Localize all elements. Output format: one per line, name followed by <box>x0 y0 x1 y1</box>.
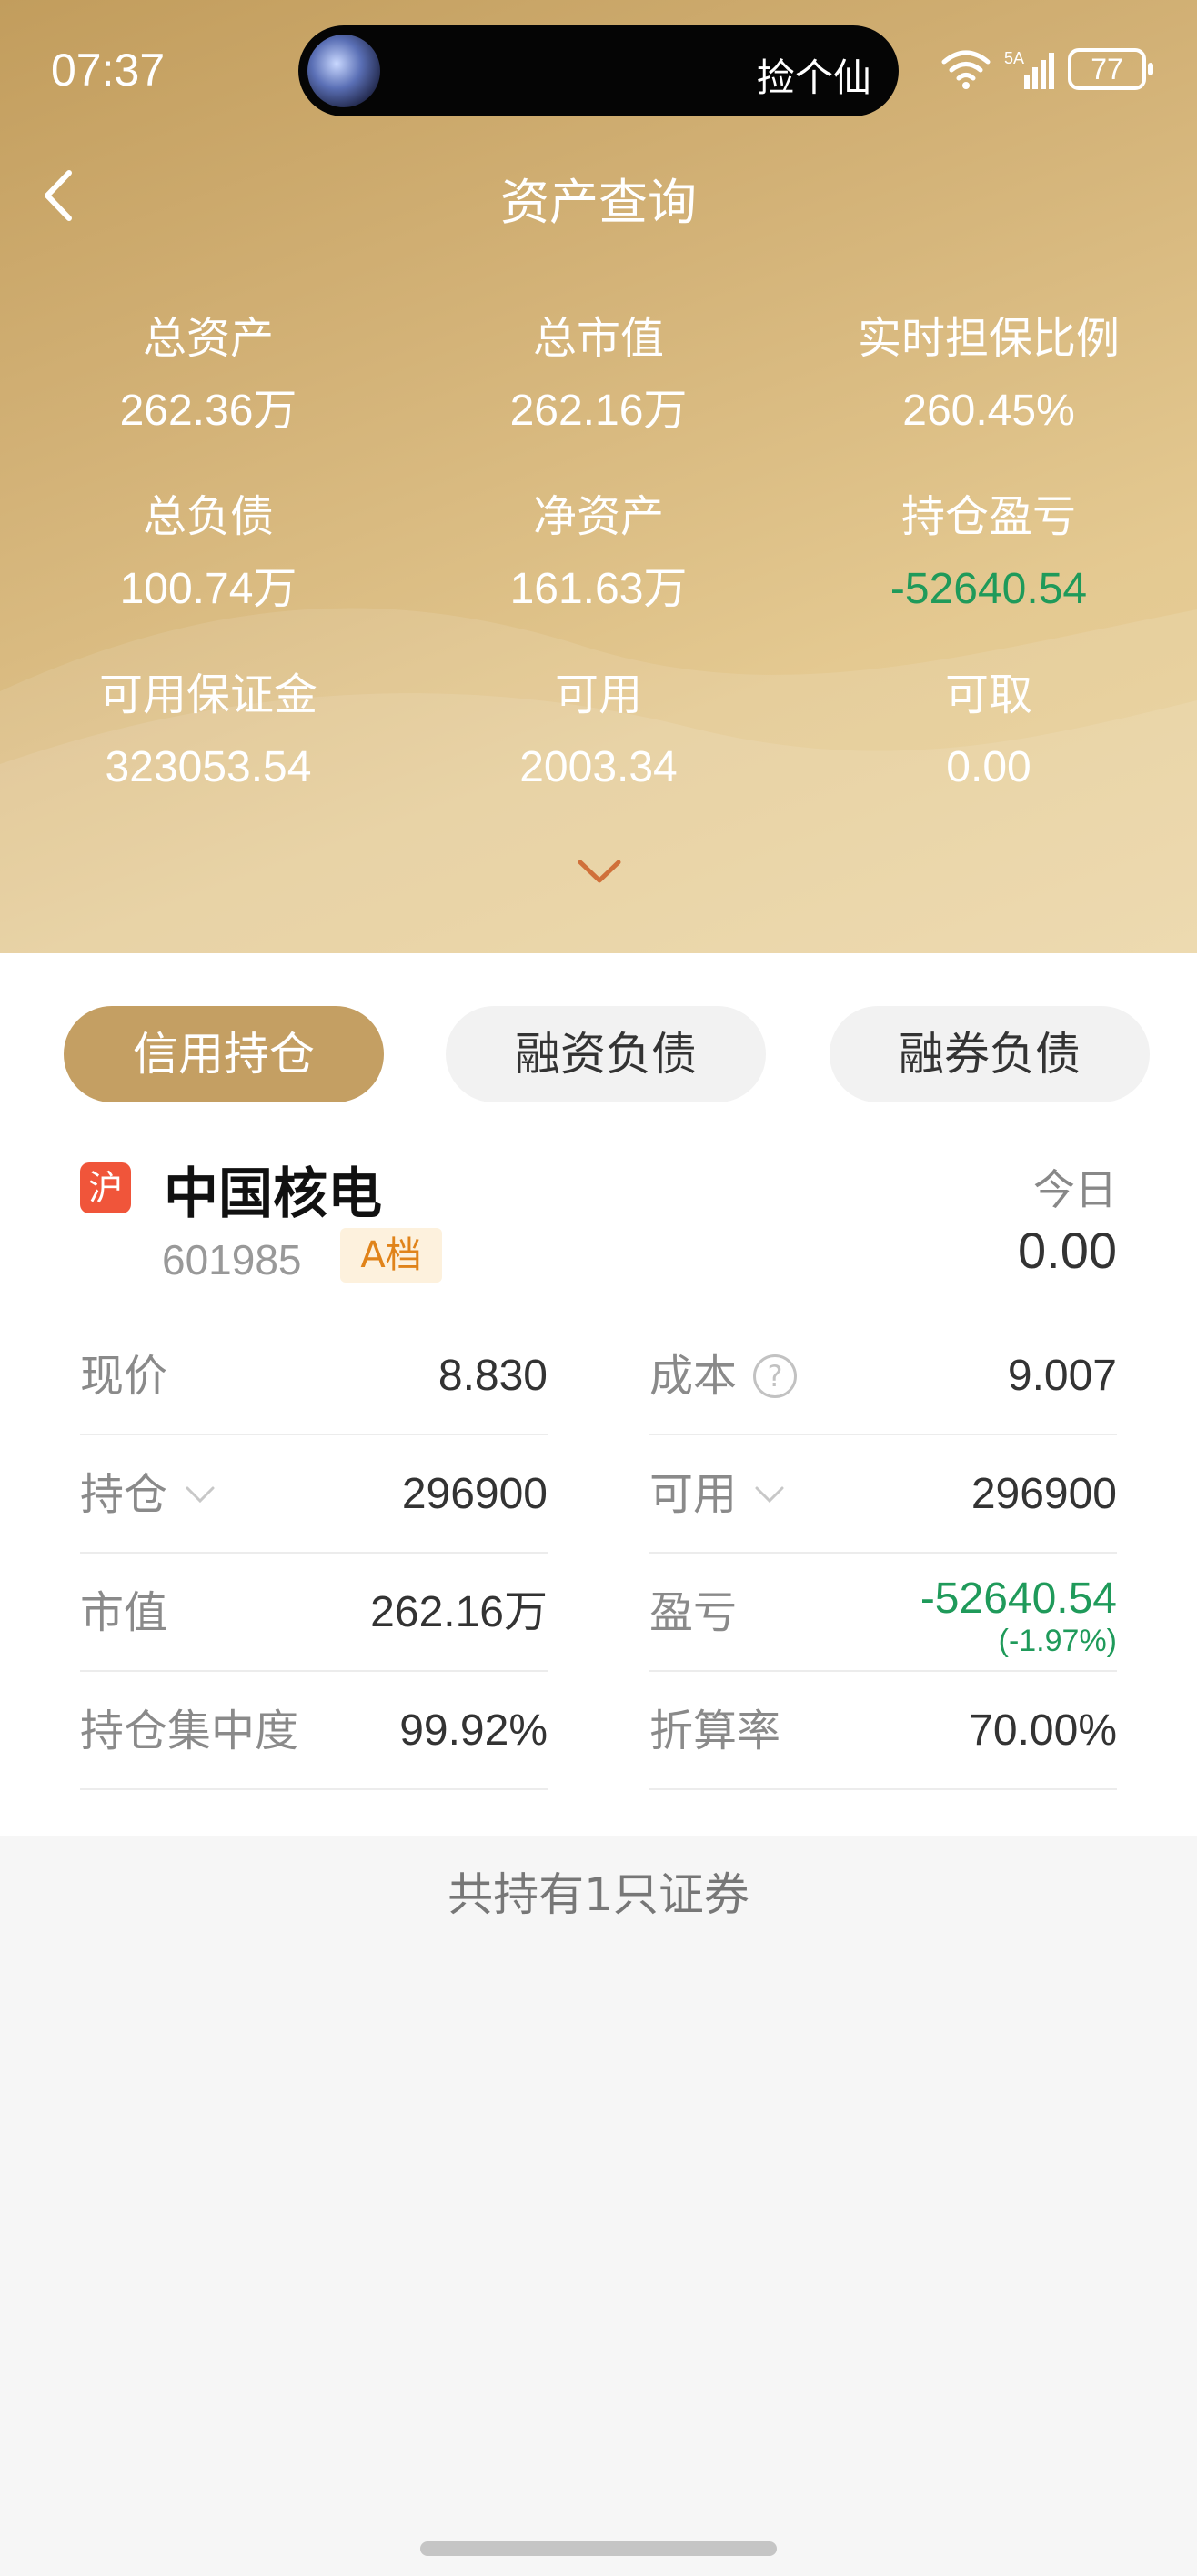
exchange-badge: 沪 <box>80 1162 131 1213</box>
holding-tabs: 信用持仓 融资负债 融券负债 <box>0 981 1197 1102</box>
field-value: 99.92% <box>399 1706 548 1755</box>
status-time: 07:37 <box>51 45 166 96</box>
stat-net-assets: 净资产 161.63万 <box>403 480 794 626</box>
today-pl-label: 今日 <box>1033 1165 1117 1214</box>
network-type-label: 5A <box>1004 49 1024 67</box>
field-concentration: 持仓集中度 99.92% <box>80 1672 548 1790</box>
stat-value: 260.45% <box>902 387 1075 435</box>
stat-value: 323053.54 <box>105 743 312 791</box>
field-position[interactable]: 持仓 296900 <box>80 1435 548 1554</box>
holdings-panel: 信用持仓 融资负债 融券负债 沪 中国核电 601985 A档 今日 0.00 … <box>0 953 1197 1836</box>
stat-label: 可用 <box>554 669 642 720</box>
stat-label: 总市值 <box>532 313 664 364</box>
chevron-down-icon[interactable] <box>184 1484 216 1504</box>
field-pl: 盈亏 -52640.54 (-1.97%) <box>649 1554 1117 1672</box>
chevron-down-icon[interactable] <box>753 1484 786 1504</box>
stat-value: 100.74万 <box>119 565 297 613</box>
stock-name: 中国核电 <box>164 1162 382 1226</box>
stat-position-pl: 持仓盈亏 -52640.54 <box>793 480 1184 626</box>
stat-value: 161.63万 <box>509 565 688 613</box>
field-label: 现价 <box>80 1351 168 1402</box>
tab-financing-liabilities[interactable]: 融资负债 <box>446 1006 766 1102</box>
stat-label: 实时担保比例 <box>857 313 1120 364</box>
field-cost: 成本 ? 9.007 <box>649 1317 1117 1435</box>
tab-securities-lending-liabilities[interactable]: 融券负债 <box>830 1006 1150 1102</box>
today-pl-value: 0.00 <box>1018 1222 1117 1279</box>
stat-total-market-value: 总市值 262.16万 <box>403 302 794 448</box>
field-market-value: 市值 262.16万 <box>80 1554 548 1672</box>
field-label: 持仓 <box>80 1469 168 1520</box>
field-value: 262.16万 <box>370 1588 548 1636</box>
stat-label: 可取 <box>944 669 1032 720</box>
island-text: 捡个仙 <box>756 55 871 100</box>
field-label: 市值 <box>80 1587 168 1638</box>
field-label: 折算率 <box>649 1706 781 1756</box>
expand-chevron-down-icon[interactable] <box>575 855 624 888</box>
stat-value: 262.16万 <box>509 387 688 435</box>
stat-label: 净资产 <box>532 491 664 542</box>
stat-value: 262.36万 <box>119 387 297 435</box>
field-value: 8.830 <box>438 1352 548 1400</box>
asset-summary-header: 07:37 捡个仙 5A 77 资产查询 总资产 262.36万 总市值 262… <box>0 0 1197 953</box>
field-available-qty[interactable]: 可用 296900 <box>649 1435 1117 1554</box>
field-label: 成本 <box>649 1351 738 1402</box>
cellular-signal-icon: 5A <box>1004 49 1054 89</box>
stat-value: 2003.34 <box>519 743 678 791</box>
battery-icon: 77 <box>1068 48 1153 90</box>
field-value: 9.007 <box>1007 1352 1117 1400</box>
dynamic-island[interactable]: 捡个仙 <box>298 25 899 116</box>
pl-value: -52640.54 <box>920 1575 1117 1623</box>
help-question-icon[interactable]: ? <box>753 1354 798 1398</box>
home-indicator[interactable] <box>420 2541 777 2556</box>
field-conversion-rate: 折算率 70.00% <box>649 1672 1117 1790</box>
stat-total-assets: 总资产 262.36万 <box>13 302 404 448</box>
grade-badge: A档 <box>340 1228 442 1283</box>
field-value: 70.00% <box>969 1706 1117 1755</box>
stock-code: 601985 <box>162 1236 302 1283</box>
field-label: 持仓集中度 <box>80 1706 299 1756</box>
wifi-icon <box>941 50 991 89</box>
field-label: 可用 <box>649 1469 738 1520</box>
stat-total-liabilities: 总负债 100.74万 <box>13 480 404 626</box>
status-bar: 07:37 捡个仙 5A 77 <box>0 0 1197 146</box>
stat-label: 总负债 <box>142 491 274 542</box>
stat-value: -52640.54 <box>890 565 1088 613</box>
field-price: 现价 8.830 <box>80 1317 548 1435</box>
stat-guarantee-ratio: 实时担保比例 260.45% <box>793 302 1184 448</box>
stat-available-margin: 可用保证金 323053.54 <box>13 659 404 804</box>
field-value: 296900 <box>401 1470 548 1518</box>
stat-available: 可用 2003.34 <box>403 659 794 804</box>
music-avatar-icon <box>307 35 380 107</box>
system-icons: 5A 77 <box>940 44 1153 95</box>
tab-credit-positions[interactable]: 信用持仓 <box>64 1006 384 1102</box>
stat-label: 可用保证金 <box>98 669 317 720</box>
stat-label: 总资产 <box>142 313 274 364</box>
stat-value: 0.00 <box>946 743 1031 791</box>
field-label: 盈亏 <box>649 1587 738 1638</box>
field-value: 296900 <box>971 1470 1117 1518</box>
holdings-count-summary: 共持有1只证券 <box>448 1868 749 1921</box>
stat-label: 持仓盈亏 <box>900 491 1076 542</box>
page-title: 资产查询 <box>500 174 697 231</box>
pl-percent: (-1.97%) <box>998 1624 1117 1658</box>
stat-withdrawable: 可取 0.00 <box>793 659 1184 804</box>
